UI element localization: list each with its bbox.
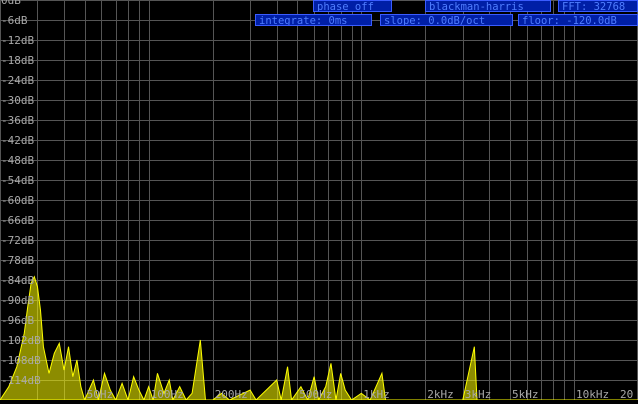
freq-tick-label: 20 (620, 388, 633, 400)
freq-tick-label: 1kHz (363, 388, 390, 400)
db-tick-label: -24dB (1, 74, 34, 87)
db-tick-label: 0dB (1, 0, 21, 7)
db-tick-label: -6dB (1, 14, 28, 27)
db-tick-label: -12dB (1, 34, 34, 47)
phase-toggle[interactable]: phase off (313, 0, 392, 12)
slope-setting[interactable]: slope: 0.0dB/oct (380, 14, 513, 26)
spectrum-area (0, 275, 638, 402)
db-tick-label: -30dB (1, 94, 34, 107)
db-tick-label: -114dB (1, 374, 41, 387)
db-tick-label: -66dB (1, 214, 34, 227)
db-tick-label: -96dB (1, 314, 34, 327)
db-tick-label: -90dB (1, 294, 34, 307)
spectrum-trace (0, 275, 638, 402)
db-tick-label: -60dB (1, 194, 34, 207)
spectrum-plot[interactable]: 0dB -6dB -12dB -18dB -24dB -30dB -36dB -42dB -48… (0, 0, 638, 402)
db-tick-label: -48dB (1, 154, 34, 167)
freq-tick-label: 200Hz (215, 388, 248, 400)
db-tick-label: -84dB (1, 274, 34, 287)
integrate-setting[interactable]: integrate: 0ms (255, 14, 372, 26)
freq-tick-label: 10kHz (576, 388, 609, 400)
spectrum-analyzer: 0dB -6dB -12dB -18dB -24dB -30dB -36dB -42dB -48… (0, 0, 638, 402)
db-tick-label: -36dB (1, 114, 34, 127)
db-tick-label: -108dB (1, 354, 41, 367)
db-tick-label: -72dB (1, 234, 34, 247)
fft-size-selector[interactable]: FFT: 32768 (558, 0, 638, 12)
freq-tick-label: 5kHz (512, 388, 539, 400)
db-tick-label: -54dB (1, 174, 34, 187)
floor-setting[interactable]: floor: -120.0dB (518, 14, 638, 26)
db-tick-label: -78dB (1, 254, 34, 267)
grid (0, 0, 638, 400)
freq-tick-label: 500Hz (299, 388, 332, 400)
db-tick-label: -18dB (1, 54, 34, 67)
db-tick-label: -102dB (1, 334, 41, 347)
freq-tick-label: 2kHz (427, 388, 454, 400)
freq-tick-label: 100Hz (151, 388, 184, 400)
freq-tick-label: 3kHz (465, 388, 492, 400)
db-tick-label: -42dB (1, 134, 34, 147)
window-function-selector[interactable]: blackman-harris (425, 0, 551, 12)
freq-tick-label: 50Hz (87, 388, 114, 400)
